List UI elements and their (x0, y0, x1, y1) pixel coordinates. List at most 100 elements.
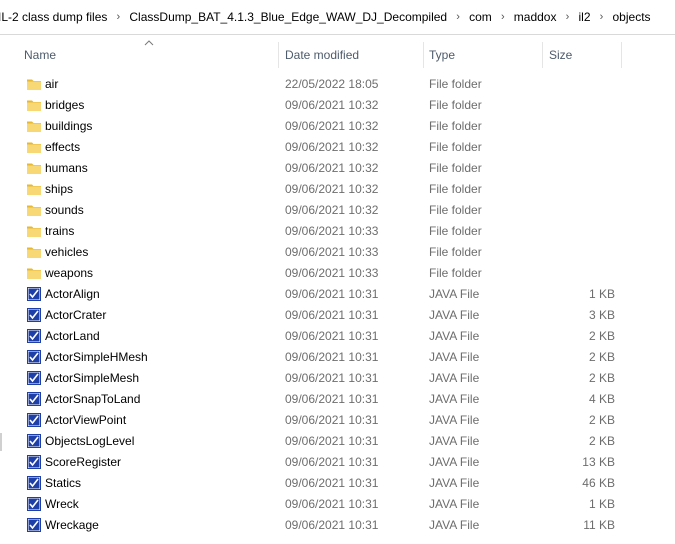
file-size (545, 74, 615, 95)
file-name: ActorAlign (45, 287, 100, 301)
file-row[interactable]: ObjectsLogLevel 09/06/2021 10:31 JAVA File… (0, 431, 675, 452)
file-row[interactable]: air 22/05/2022 18:05 File folder (0, 74, 675, 95)
file-size: 2 KB (588, 434, 615, 448)
column-size[interactable]: Size (543, 40, 621, 70)
java-file-icon (27, 392, 41, 406)
file-row[interactable]: ActorLand 09/06/2021 10:31 JAVA File 2 KB (0, 326, 675, 347)
file-date-modified: 09/06/2021 10:31 (285, 413, 379, 427)
folder-icon (27, 163, 41, 174)
file-row[interactable]: bridges 09/06/2021 10:32 File folder (0, 95, 675, 116)
file-date-modified: 09/06/2021 10:32 (285, 140, 379, 154)
breadcrumb-separator-icon[interactable]: › (107, 0, 129, 34)
file-size: 1 KB (588, 287, 615, 301)
breadcrumb-classdump[interactable]: ClassDump_BAT_4.1.3_Blue_Edge_WAW_DJ_Dec… (129, 0, 447, 34)
file-name: ships (45, 182, 74, 196)
file-date-modified: 09/06/2021 10:31 (285, 350, 379, 364)
breadcrumb-maddox[interactable]: maddox (514, 0, 557, 34)
file-row[interactable]: ActorSnapToLand 09/06/2021 10:31 JAVA File… (0, 389, 675, 410)
file-type: JAVA File (429, 476, 480, 490)
file-name: Wreck (45, 497, 79, 511)
file-date-modified: 09/06/2021 10:32 (285, 182, 379, 196)
file-name: ActorLand (45, 329, 100, 343)
file-type: File folder (429, 98, 482, 112)
file-name: vehicles (45, 245, 89, 259)
file-row[interactable]: sounds 09/06/2021 10:32 File folder (0, 200, 675, 221)
file-name: ActorViewPoint (45, 413, 127, 427)
file-row[interactable]: ships 09/06/2021 10:32 File folder (0, 179, 675, 200)
java-file-icon (27, 413, 41, 427)
file-name: air (45, 77, 59, 91)
file-type: JAVA File (429, 350, 480, 364)
file-row[interactable]: ActorAlign 09/06/2021 10:31 JAVA File 1 KB (0, 284, 675, 305)
column-type[interactable]: Type (423, 40, 541, 70)
file-size (545, 158, 615, 179)
scroll-marker (0, 433, 2, 451)
file-row[interactable]: Statics 09/06/2021 10:31 JAVA File 46 KB (0, 473, 675, 494)
folder-icon (27, 205, 41, 216)
file-name: ScoreRegister (45, 455, 122, 469)
java-file-icon (27, 434, 41, 448)
breadcrumb-com[interactable]: com (469, 0, 492, 34)
column-header: Name Date modified Type Size (0, 40, 675, 70)
file-row[interactable]: humans 09/06/2021 10:32 File folder (0, 158, 675, 179)
file-name: weapons (45, 266, 94, 280)
file-type: JAVA File (429, 413, 480, 427)
java-file-icon (27, 287, 41, 301)
file-type: JAVA File (429, 329, 480, 343)
file-date-modified: 09/06/2021 10:33 (285, 266, 379, 280)
java-file-icon (27, 497, 41, 511)
file-type: File folder (429, 224, 482, 238)
file-type: File folder (429, 161, 482, 175)
file-type: JAVA File (429, 392, 480, 406)
breadcrumb-objects[interactable]: objects (613, 0, 651, 34)
file-date-modified: 09/06/2021 10:33 (285, 245, 379, 259)
file-type: File folder (429, 266, 482, 280)
file-size: 2 KB (588, 329, 615, 343)
file-name: sounds (45, 203, 84, 217)
file-date-modified: 09/06/2021 10:32 (285, 161, 379, 175)
file-name: humans (45, 161, 88, 175)
file-row[interactable]: Wreckage 09/06/2021 10:31 JAVA File 11 KB (0, 515, 675, 536)
file-row[interactable]: effects 09/06/2021 10:32 File folder (0, 137, 675, 158)
file-size: 2 KB (588, 350, 615, 364)
breadcrumb-il2-class-dump-files[interactable]: IL-2 class dump files (0, 0, 107, 34)
breadcrumb-separator-icon[interactable]: › (556, 0, 578, 34)
file-row[interactable]: weapons 09/06/2021 10:33 File folder (0, 263, 675, 284)
file-date-modified: 09/06/2021 10:31 (285, 455, 379, 469)
file-date-modified: 09/06/2021 10:31 (285, 308, 379, 322)
file-size (545, 137, 615, 158)
file-type: File folder (429, 203, 482, 217)
file-row[interactable]: ActorSimpleHMesh 09/06/2021 10:31 JAVA Fil… (0, 347, 675, 368)
breadcrumb-il2[interactable]: il2 (578, 0, 590, 34)
file-name: ActorSimpleHMesh (45, 350, 148, 364)
file-row[interactable]: vehicles 09/06/2021 10:33 File folder (0, 242, 675, 263)
java-file-icon (27, 308, 41, 322)
file-row[interactable]: Wreck 09/06/2021 10:31 JAVA File 1 KB (0, 494, 675, 515)
file-size: 1 KB (588, 497, 615, 511)
column-divider[interactable] (621, 42, 622, 68)
file-size: 11 KB (583, 518, 615, 532)
file-row[interactable]: ActorCrater 09/06/2021 10:31 JAVA File 3 KB (0, 305, 675, 326)
file-date-modified: 22/05/2022 18:05 (285, 77, 379, 91)
java-file-icon (27, 329, 41, 343)
file-date-modified: 09/06/2021 10:32 (285, 98, 379, 112)
file-row[interactable]: ScoreRegister 09/06/2021 10:31 JAVA File 13… (0, 452, 675, 473)
file-date-modified: 09/06/2021 10:31 (285, 434, 379, 448)
file-row[interactable]: ActorSimpleMesh 09/06/2021 10:31 JAVA File… (0, 368, 675, 389)
address-bar[interactable]: IL-2 class dump files › ClassDump_BAT_4.… (0, 0, 675, 35)
file-size: 46 KB (582, 476, 615, 490)
file-row[interactable]: trains 09/06/2021 10:33 File folder (0, 221, 675, 242)
column-name[interactable]: Name (18, 40, 278, 70)
breadcrumb-separator-icon[interactable]: › (591, 0, 613, 34)
file-date-modified: 09/06/2021 10:31 (285, 392, 379, 406)
file-size: 3 KB (588, 308, 615, 322)
breadcrumb-separator-icon[interactable]: › (447, 0, 469, 34)
file-row[interactable]: buildings 09/06/2021 10:32 File folder (0, 116, 675, 137)
file-size: 13 KB (582, 455, 615, 469)
file-name: ActorSimpleMesh (45, 371, 140, 385)
breadcrumb-separator-icon[interactable]: › (492, 0, 514, 34)
file-row[interactable]: ActorViewPoint 09/06/2021 10:31 JAVA File 2… (0, 410, 675, 431)
column-date-modified[interactable]: Date modified (279, 40, 422, 70)
file-size (545, 116, 615, 137)
file-explorer-window: IL-2 class dump files › ClassDump_BAT_4.… (0, 0, 675, 544)
